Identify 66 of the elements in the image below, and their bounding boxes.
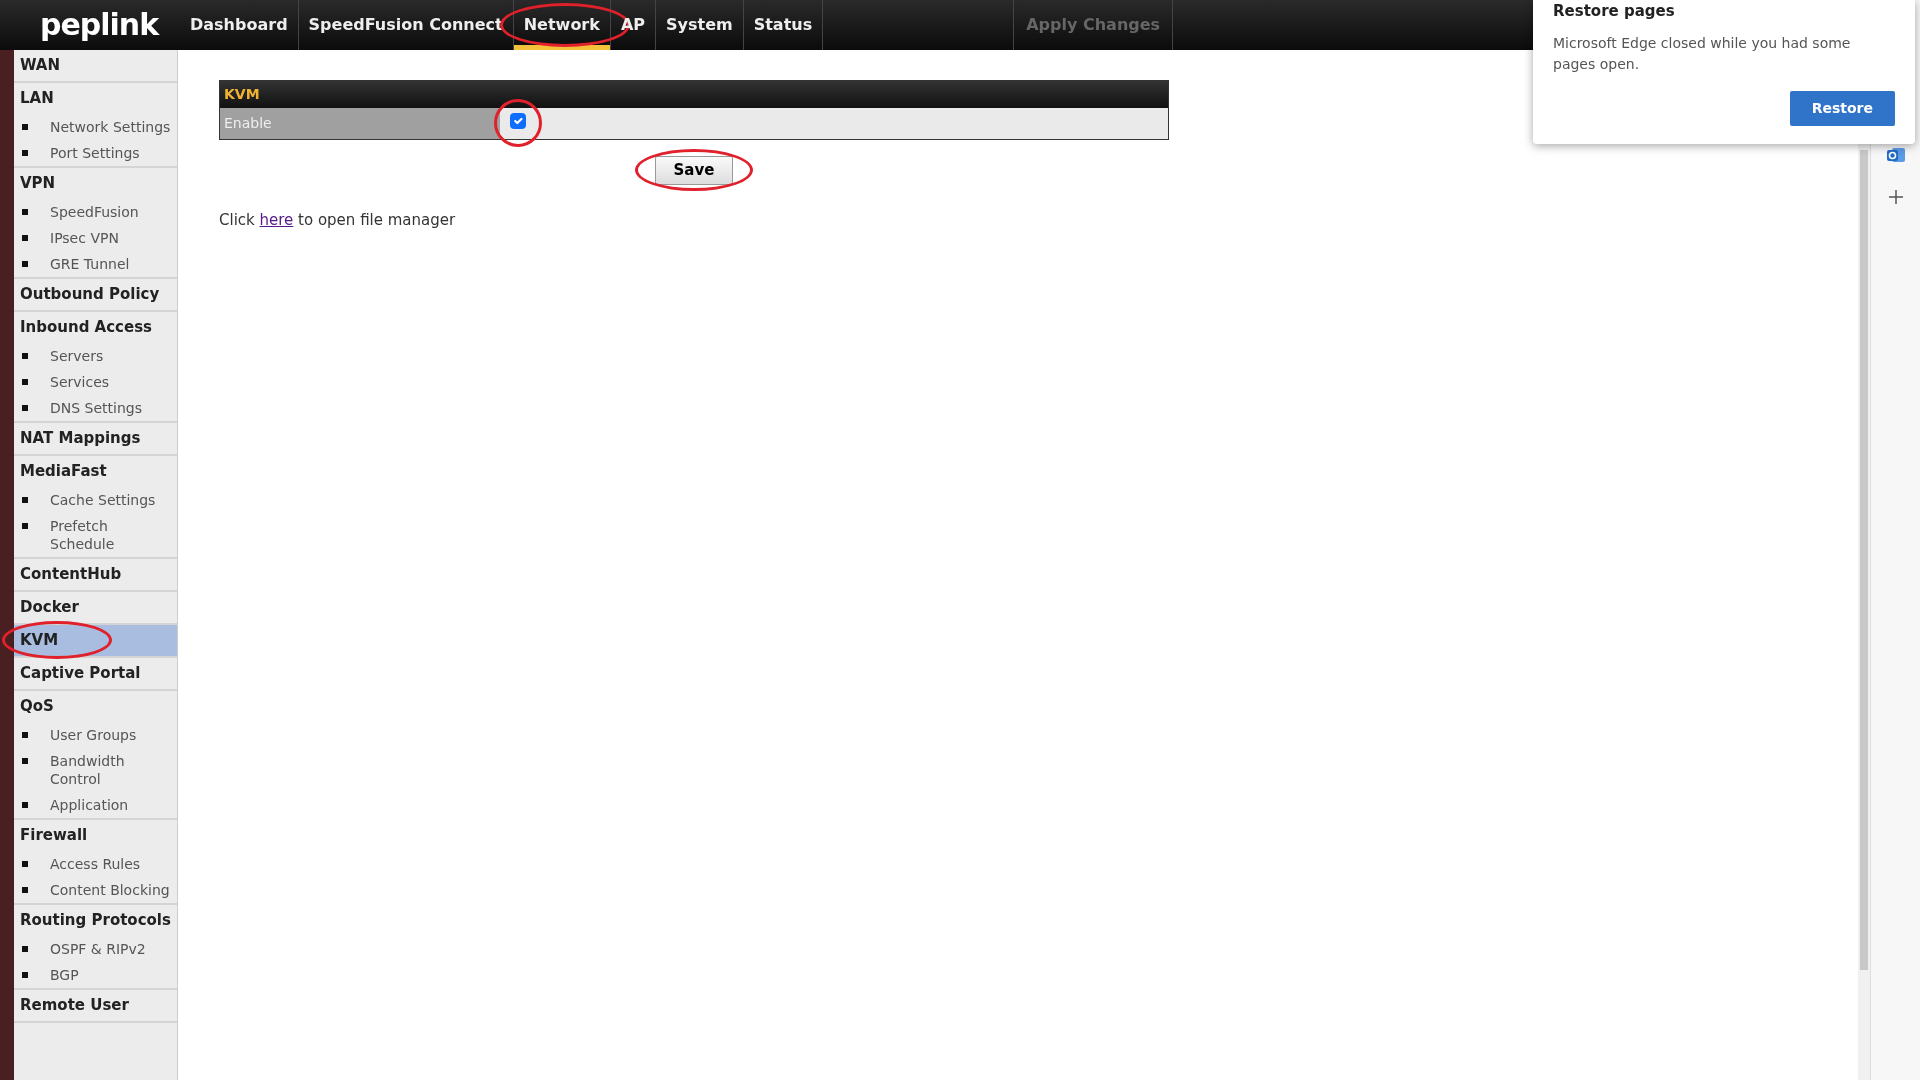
sidebar-section[interactable]: Routing Protocols <box>14 905 177 936</box>
bullet-icon <box>22 379 28 385</box>
bullet-icon <box>22 946 28 952</box>
sidebar-section[interactable]: LAN <box>14 83 177 114</box>
sidebar-item[interactable]: Access Rules <box>14 851 177 877</box>
bullet-icon <box>22 497 28 503</box>
bullet-icon <box>22 802 28 808</box>
sidebar-section[interactable]: MediaFast <box>14 456 177 487</box>
nav-tab[interactable]: Status <box>743 0 824 50</box>
sidebar-section[interactable]: WAN <box>14 50 177 81</box>
panel-title: KVM <box>220 81 1168 108</box>
bullet-icon <box>22 124 28 130</box>
sidebar-item[interactable]: Application <box>14 792 177 818</box>
sidebar-item[interactable]: IPsec VPN <box>14 225 177 251</box>
bullet-icon <box>22 353 28 359</box>
nav-tab[interactable]: Dashboard <box>180 0 299 50</box>
bullet-icon <box>22 523 28 529</box>
sidebar-item[interactable]: Services <box>14 369 177 395</box>
bullet-icon <box>22 405 28 411</box>
sidebar-item[interactable]: Network Settings <box>14 114 177 140</box>
popup-message: Microsoft Edge closed while you had some pages open. <box>1553 33 1852 74</box>
bullet-icon <box>22 150 28 156</box>
sidebar-section[interactable]: KVM <box>14 625 177 656</box>
sidebar-item[interactable]: Cache Settings <box>14 487 177 513</box>
bullet-icon <box>22 261 28 267</box>
sidebar-item[interactable]: Port Settings <box>14 140 177 166</box>
popup-title: Restore pages <box>1553 1 1676 22</box>
save-button[interactable]: Save <box>654 156 734 185</box>
sidebar-section[interactable]: Firewall <box>14 820 177 851</box>
bullet-icon <box>22 887 28 893</box>
file-manager-text: Click here to open file manager <box>219 210 456 229</box>
sidebar-item[interactable]: GRE Tunnel <box>14 251 177 277</box>
sidebar-section[interactable]: NAT Mappings <box>14 423 177 454</box>
sidebar-section[interactable]: ContentHub <box>14 559 177 590</box>
logo: peplink <box>39 6 161 44</box>
sidebar-section[interactable]: VPN <box>14 168 177 199</box>
add-icon[interactable] <box>1887 189 1904 205</box>
bullet-icon <box>22 758 28 764</box>
file-manager-link[interactable]: here <box>259 210 294 229</box>
sidebar-section[interactable]: Docker <box>14 592 177 623</box>
sidebar-section[interactable]: Remote User <box>14 990 177 1021</box>
sidebar-item[interactable]: DNS Settings <box>14 395 177 421</box>
field-label: Enable <box>220 108 500 139</box>
sidebar-item[interactable]: SpeedFusion <box>14 199 177 225</box>
sidebar-item[interactable]: BGP <box>14 962 177 988</box>
sidebar-item[interactable]: Bandwidth Control <box>14 748 177 792</box>
nav-tab[interactable]: Network <box>513 0 611 50</box>
sidebar-item[interactable]: OSPF & RIPv2 <box>14 936 177 962</box>
bullet-icon <box>22 972 28 978</box>
nav-tab[interactable]: System <box>656 0 744 50</box>
annotation-circle <box>494 99 542 147</box>
bullet-icon <box>22 235 28 241</box>
sidebar-item[interactable]: Prefetch Schedule <box>14 513 177 557</box>
sidebar-section[interactable]: Captive Portal <box>14 658 177 689</box>
restore-button[interactable]: Restore <box>1789 90 1895 126</box>
mail-app-icon[interactable] <box>1885 145 1906 165</box>
sidebar-section[interactable]: QoS <box>14 691 177 722</box>
sidebar-section[interactable]: Outbound Policy <box>14 279 177 310</box>
sidebar-item[interactable]: Servers <box>14 343 177 369</box>
sidebar-item[interactable]: Content Blocking <box>14 877 177 903</box>
sidebar-item[interactable]: User Groups <box>14 722 177 748</box>
bullet-icon <box>22 861 28 867</box>
bullet-icon <box>22 732 28 738</box>
enable-checkbox[interactable] <box>510 113 526 129</box>
bullet-icon <box>22 209 28 215</box>
sidebar-section[interactable]: Inbound Access <box>14 312 177 343</box>
